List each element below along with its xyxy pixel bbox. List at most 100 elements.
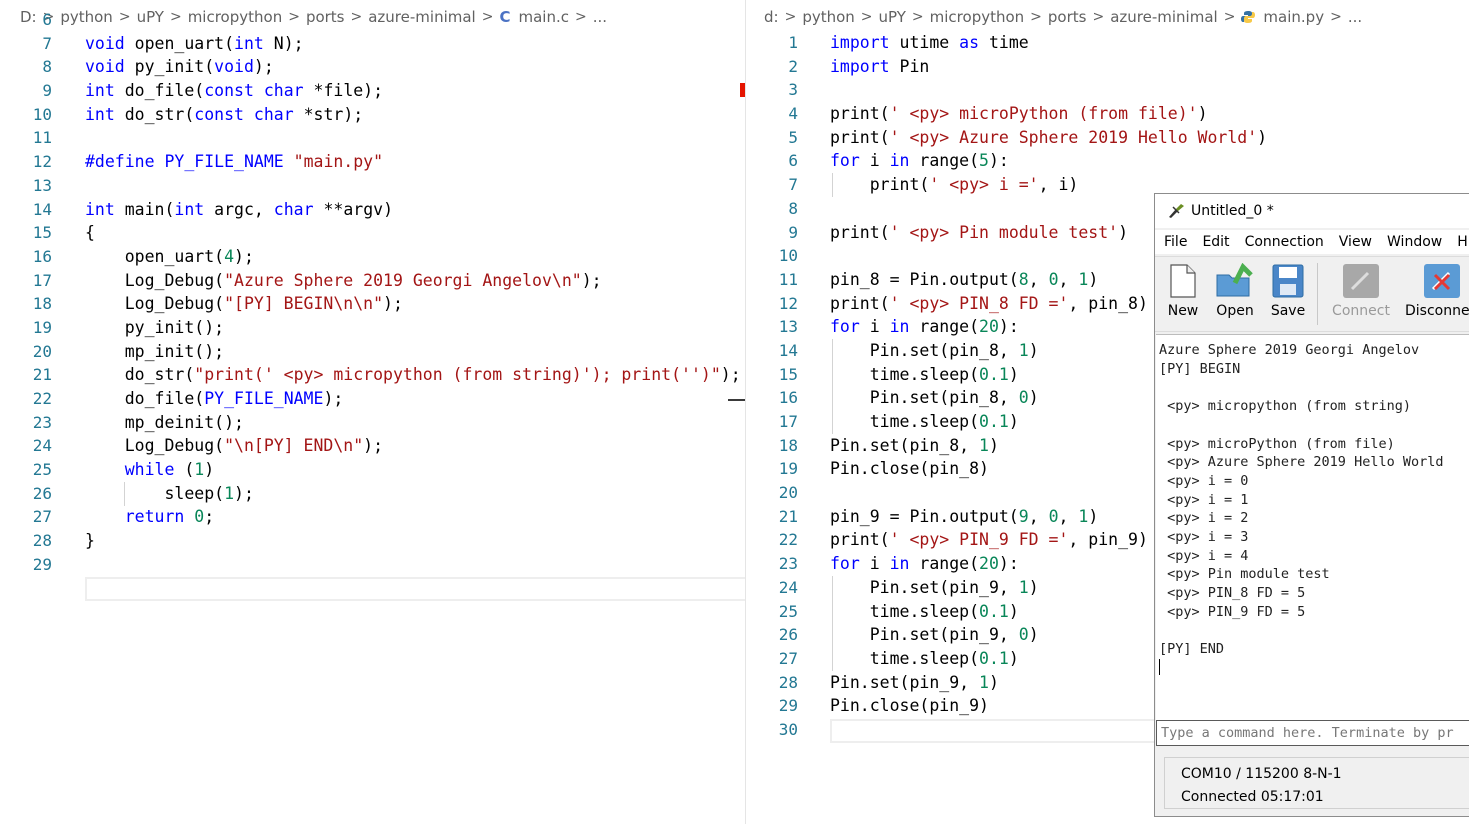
code-line[interactable]: 13 [0,174,745,198]
code-line[interactable]: 28} [0,529,745,553]
menu-help[interactable]: H [1457,234,1468,250]
save-disk-icon [1272,264,1304,298]
code-line[interactable]: 5 print(' <py> Azure Sphere 2019 Hello Wo… [746,126,1469,150]
code-text: Pin.set(pin_8, 1) [830,340,1039,360]
line-number: 29 [778,696,798,716]
code-text: time.sleep(0.1) [830,648,1019,668]
breadcrumb-segment[interactable]: azure-minimal [1110,8,1217,26]
code-line[interactable]: 16 open_uart(4); [0,245,745,269]
code-line[interactable]: 4 print(' <py> microPython (from file)') [746,102,1469,126]
connect-button[interactable]: Connect [1325,263,1397,319]
code-text: time.sleep(0.1) [830,412,1019,431]
code-text: Pin.set(pin_9, 1) [830,672,999,692]
code-line[interactable]: 1 import utime as time [746,31,1469,55]
code-text: py_init(); [85,317,225,337]
line-number: 30 [778,719,798,739]
code-text: Log_Debug("[PY] BEGIN\n\n"); [85,294,403,314]
toolbar-separator [1317,263,1318,325]
line-number: 21 [32,365,52,385]
terminal-output[interactable]: Azure Sphere 2019 Georgi Angelov [PY] BE… [1156,334,1469,726]
breadcrumb-segment[interactable]: python [802,8,854,26]
code-line[interactable]: 21 do_str("print(' <py> micropython (fro… [0,363,745,387]
line-number: 22 [778,530,798,550]
terminal-status-panel: COM10 / 115200 8-N-1 Connected 05:17:01 [1164,757,1469,809]
code-line[interactable]: 27 return 0; [0,505,745,529]
code-text: open_uart(4); [85,246,254,266]
code-line[interactable]: 22 do_file(PY_FILE_NAME); [0,387,745,411]
code-line[interactable]: 23 mp_deinit(); [0,411,745,435]
line-number: 10 [32,104,52,124]
line-number: 20 [778,483,798,503]
code-text: import utime as time [830,33,1029,52]
text-cursor [1159,658,1160,675]
line-number: 19 [32,317,52,337]
line-number: 15 [778,364,798,384]
code-line[interactable]: 2 import Pin [746,55,1469,79]
breadcrumb-segment[interactable]: ... [1348,8,1362,26]
code-text: time.sleep(0.1) [830,601,1019,621]
code-line[interactable]: 3 [746,78,1469,102]
line-number: 23 [32,412,52,432]
code-line[interactable]: 20 mp_init(); [0,340,745,364]
code-text: for i in range(20): [830,317,1019,337]
menu-connection[interactable]: Connection [1245,234,1324,250]
code-line[interactable]: 14 int main(int argc, char **argv) [0,198,745,222]
indent-guide [832,173,833,197]
code-line[interactable]: 19 py_init(); [0,316,745,340]
code-line[interactable]: 6 [0,8,745,32]
breadcrumb-segment[interactable]: uPY [879,8,906,26]
port-settings: COM10 / 115200 8-N-1 [1181,766,1342,782]
menu-window[interactable]: Window [1387,234,1442,250]
connect-plug-icon [1343,264,1379,298]
breadcrumb-segment[interactable]: ports [1048,8,1087,26]
line-number: 3 [788,80,798,100]
line-number: 16 [32,246,52,266]
line-number: 29 [32,554,52,574]
code-line[interactable]: 18 Log_Debug("[PY] BEGIN\n\n"); [0,292,745,316]
new-file-icon [1170,264,1196,298]
scrollbar-thumb[interactable] [728,399,745,401]
code-line[interactable]: 15 { [0,221,745,245]
code-text: for i in range(5): [830,151,1009,171]
menu-file[interactable]: File [1164,234,1187,250]
breadcrumb-segment[interactable]: micropython [930,8,1025,26]
code-line[interactable]: 6 for i in range(5): [746,149,1469,173]
line-number: 12 [32,152,52,172]
line-number: 1 [788,33,798,52]
code-line[interactable]: 9 int do_file(const char *file); [0,79,745,103]
code-text: pin_9 = Pin.output(9, 0, 1) [830,506,1099,526]
indent-guide [832,576,833,671]
code-line[interactable]: 8 void py_init(void); [0,55,745,79]
code-line[interactable]: 11 [0,126,745,150]
menu-view[interactable]: View [1339,234,1372,250]
line-number: 12 [778,293,798,313]
code-line[interactable]: 29 [0,553,745,577]
line-number: 19 [778,459,798,479]
editor-pane-main-c[interactable]: D: > python > uPY > micropython > ports > azure-mi… [0,0,745,824]
code-line[interactable]: 10 int do_str(const char *str); [0,103,745,127]
code-line[interactable]: 7 void open_uart(int N); [0,32,745,56]
breadcrumb-segment[interactable]: main.py [1263,8,1324,26]
command-input[interactable]: Type a command here. Terminate by pr [1156,720,1469,746]
code-line[interactable]: 17 Log_Debug("Azure Sphere 2019 Georgi A… [0,269,745,293]
code-line[interactable]: 12 #define PY_FILE_NAME "main.py" [0,150,745,174]
breadcrumb-segment[interactable]: d: [764,8,779,26]
code-line[interactable]: 24 Log_Debug("\n[PY] END\n"); [0,434,745,458]
code-area-main-c[interactable]: 6 7 void open_uart(int N); 8 void py_init(vo… [0,8,745,602]
disconnect-button[interactable]: Disconne [1405,263,1469,319]
line-number: 23 [778,554,798,574]
code-text: do_str("print(' <py> micropython (from s… [85,365,741,385]
code-line[interactable]: 26 sleep(1); [0,482,745,506]
code-text: time.sleep(0.1) [830,364,1019,384]
line-number: 26 [32,483,52,503]
menu-edit[interactable]: Edit [1202,234,1229,250]
code-line[interactable]: 25 while (1) [0,458,745,482]
new-button[interactable]: New [1157,263,1209,319]
open-button[interactable]: Open [1209,263,1261,319]
breadcrumb-main-py[interactable]: d: > python > uPY > micropython > ports > azure-mi… [746,0,1469,34]
save-button[interactable]: Save [1262,263,1314,319]
code-text: print(' <py> PIN_9 FD =', pin_9) [830,530,1148,550]
line-number: 2 [788,56,798,76]
terminal-window[interactable]: Untitled_0 * File Edit Connection View W… [1154,193,1469,817]
terminal-title-bar[interactable]: Untitled_0 * [1155,194,1469,228]
